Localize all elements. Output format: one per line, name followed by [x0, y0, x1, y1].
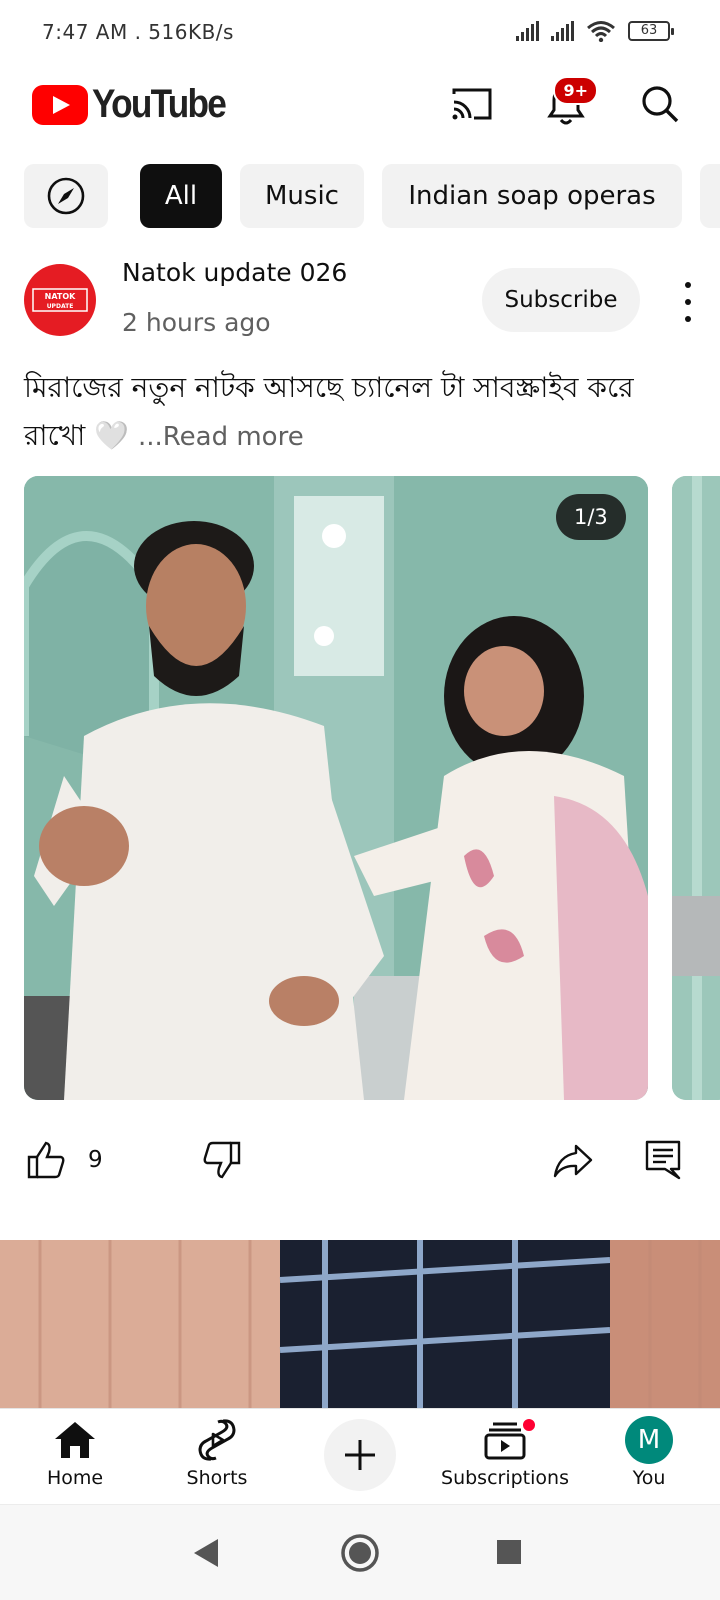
- subscribe-button[interactable]: Subscribe: [482, 268, 640, 332]
- svg-text:NATOK: NATOK: [45, 292, 77, 301]
- image-counter: 1/3: [556, 494, 626, 540]
- search-icon[interactable]: [636, 80, 684, 128]
- nav-subscriptions-label: Subscriptions: [441, 1467, 569, 1489]
- next-photo: [672, 476, 720, 1100]
- create-button[interactable]: [324, 1419, 396, 1491]
- svg-text:UPDATE: UPDATE: [47, 303, 74, 310]
- like-count: 9: [88, 1147, 103, 1173]
- notification-badge: 9+: [553, 76, 598, 105]
- thumbs-down-icon: [203, 1141, 241, 1179]
- home-system-button[interactable]: [340, 1533, 380, 1577]
- shorts-icon: [198, 1419, 236, 1461]
- nav-shorts[interactable]: Shorts: [142, 1415, 292, 1501]
- search-icon-svg: [642, 86, 679, 123]
- chip-music[interactable]: Music: [240, 164, 364, 228]
- read-more-link[interactable]: ...Read more: [138, 422, 304, 452]
- plus-icon: [345, 1440, 375, 1470]
- next-feed-thumbnail: [0, 1240, 720, 1408]
- comments-button[interactable]: [644, 1132, 682, 1188]
- signal-icon: [551, 21, 574, 41]
- cast-icon-svg: [452, 88, 492, 120]
- bottom-navigation: Home Shorts Subscriptions M You: [0, 1408, 720, 1504]
- new-content-dot: [521, 1417, 537, 1433]
- next-image-peek[interactable]: [672, 476, 720, 1100]
- youtube-logo[interactable]: YouTube: [32, 82, 243, 127]
- post-image[interactable]: [24, 476, 648, 1100]
- status-icons: 63: [516, 20, 674, 42]
- nav-subscriptions[interactable]: Subscriptions: [430, 1415, 580, 1501]
- post-actions: 9: [0, 1132, 720, 1188]
- compass-icon: [47, 177, 85, 215]
- play-logo-icon: [32, 84, 88, 125]
- app-header: YouTube 9+: [0, 70, 720, 140]
- post-text[interactable]: মিরাজের নতুন নাটক আসছে চ্যানেল টা সাবস্ক…: [24, 364, 684, 461]
- chip-indian-soap-operas[interactable]: Indian soap operas: [382, 164, 682, 228]
- share-button[interactable]: [552, 1132, 594, 1188]
- recents-button[interactable]: [496, 1539, 522, 1569]
- avatar: M: [625, 1416, 673, 1464]
- signal-icon: [516, 21, 539, 41]
- channel-name[interactable]: Natok update 026: [122, 258, 347, 287]
- battery-icon: 63: [628, 21, 674, 41]
- channel-logo: NATOK UPDATE: [32, 288, 88, 312]
- dislike-button[interactable]: [202, 1132, 242, 1188]
- explore-button[interactable]: [24, 164, 108, 228]
- post-time: 2 hours ago: [122, 308, 271, 337]
- status-bar: 7:47 AM . 516KB/s 63: [0, 0, 720, 64]
- nav-you-label: You: [632, 1467, 666, 1489]
- next-feed-item[interactable]: [0, 1240, 720, 1408]
- nav-home-label: Home: [46, 1467, 104, 1489]
- nav-home[interactable]: Home: [0, 1415, 150, 1501]
- home-icon: [55, 1422, 95, 1458]
- back-button[interactable]: [192, 1537, 220, 1573]
- cast-icon[interactable]: [448, 80, 496, 128]
- nav-you[interactable]: M You: [574, 1415, 720, 1501]
- like-button[interactable]: 9: [26, 1132, 103, 1188]
- back-triangle-icon: [194, 1539, 218, 1567]
- channel-avatar[interactable]: NATOK UPDATE: [24, 264, 96, 336]
- home-circle-icon: [341, 1534, 379, 1572]
- status-time: 7:47 AM . 516KB/s: [42, 20, 234, 44]
- system-navigation-bar: [0, 1504, 720, 1600]
- share-icon: [553, 1144, 593, 1178]
- wifi-icon: [587, 21, 615, 42]
- post-photo: [24, 476, 648, 1100]
- post-body: মিরাজের নতুন নাটক আসছে চ্যানেল টা সাবস্ক…: [24, 371, 634, 452]
- more-options-icon[interactable]: [676, 282, 700, 322]
- thumbs-up-icon: [27, 1141, 65, 1179]
- notifications-button[interactable]: 9+: [542, 76, 598, 128]
- recents-square-icon: [497, 1540, 521, 1564]
- logo-text: YouTube: [92, 82, 227, 126]
- comment-icon: [645, 1140, 681, 1180]
- nav-shorts-label: Shorts: [186, 1467, 248, 1489]
- chip-all[interactable]: All: [140, 164, 222, 228]
- chip-next[interactable]: [700, 164, 720, 228]
- filter-chips: All Music Indian soap operas: [0, 164, 720, 228]
